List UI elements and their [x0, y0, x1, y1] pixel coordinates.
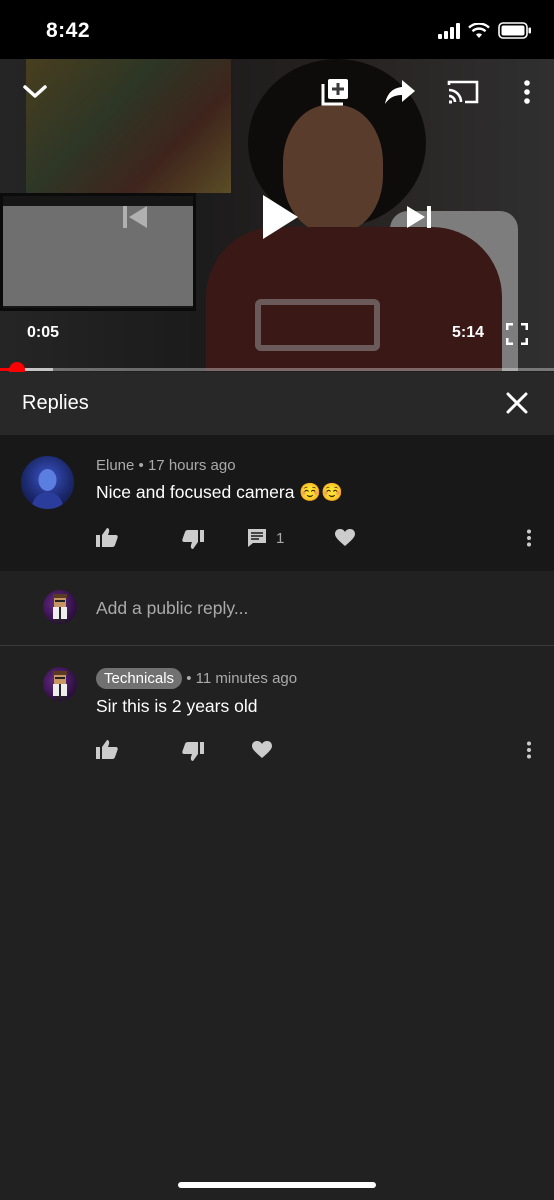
battery-icon: [498, 22, 531, 39]
heart-icon: [252, 741, 272, 758]
previous-button[interactable]: [114, 197, 156, 237]
meta-separator: •: [186, 670, 196, 687]
share-icon: [385, 80, 415, 104]
avatar-character-icon: [53, 671, 67, 700]
more-options-button[interactable]: [512, 73, 542, 111]
chevron-down-icon: [23, 85, 47, 98]
wifi-icon: [468, 22, 490, 38]
signal-icon: [438, 22, 460, 39]
add-to-playlist-icon: [321, 79, 348, 106]
thumbs-up-icon: [96, 740, 118, 759]
avatar-character-icon: [53, 594, 67, 623]
creator-author-badge[interactable]: Technicals: [96, 668, 183, 689]
next-button[interactable]: [398, 197, 440, 237]
dislike-button[interactable]: [180, 739, 206, 765]
progress-track[interactable]: [0, 368, 554, 371]
fullscreen-icon: [506, 323, 528, 345]
fullscreen-button[interactable]: [502, 319, 532, 349]
thumbs-down-icon: [182, 530, 204, 549]
comment-meta: Elune • 17 hours ago: [96, 457, 236, 474]
home-indicator[interactable]: [178, 1182, 376, 1188]
own-avatar: [43, 590, 77, 624]
close-replies-button[interactable]: [500, 386, 534, 420]
replies-header: Replies: [0, 372, 554, 435]
add-to-playlist-button[interactable]: [316, 73, 354, 111]
thumbs-down-icon: [182, 742, 204, 761]
more-vert-icon: [524, 80, 530, 104]
progress-bar-fill: [0, 368, 9, 371]
avatar[interactable]: [43, 667, 77, 701]
collapse-button[interactable]: [16, 73, 54, 111]
comment-more-button[interactable]: [518, 526, 540, 550]
previous-icon: [123, 206, 147, 228]
current-time: 0:05: [27, 324, 60, 341]
video-player[interactable]: 0:05 5:14: [0, 59, 554, 371]
like-button[interactable]: [94, 524, 120, 550]
more-vert-icon: [527, 529, 531, 547]
reply-count: 1: [276, 530, 285, 547]
reply-input-placeholder[interactable]: Add a public reply...: [96, 598, 248, 619]
comment-icon: [248, 529, 266, 547]
more-vert-icon: [527, 741, 531, 759]
play-icon: [263, 195, 298, 239]
parent-comment: Elune • 17 hours ago Nice and focused ca…: [0, 435, 554, 571]
play-button[interactable]: [254, 189, 306, 245]
close-icon: [506, 392, 528, 414]
status-icons: [438, 22, 532, 39]
meta-separator: •: [138, 457, 148, 474]
cast-button[interactable]: [444, 73, 482, 111]
comment-text: Nice and focused camera ☺️☺️: [96, 482, 343, 502]
share-button[interactable]: [380, 73, 420, 111]
avatar-person-icon: [31, 469, 64, 509]
avatar[interactable]: [21, 456, 74, 509]
reply-count-button[interactable]: [245, 526, 269, 550]
heart-icon: [335, 529, 355, 546]
cast-icon: [447, 80, 479, 104]
replies-title: Replies: [22, 392, 89, 414]
comment-author[interactable]: Elune: [96, 457, 134, 474]
status-bar: 8:42: [0, 0, 554, 59]
reply-text: Sir this is 2 years old: [96, 696, 258, 716]
dislike-button[interactable]: [180, 527, 206, 553]
creator-heart-button[interactable]: [249, 738, 275, 762]
reply-meta: Technicals • 11 minutes ago: [96, 668, 297, 689]
reply-input-row[interactable]: Add a public reply...: [0, 571, 554, 646]
comment-age: 17 hours ago: [147, 457, 236, 474]
creator-heart-button[interactable]: [332, 526, 358, 550]
reply-age: 11 minutes ago: [195, 670, 298, 687]
status-time: 8:42: [46, 19, 91, 42]
thumbs-up-icon: [96, 528, 118, 547]
next-icon: [407, 206, 431, 228]
reply-more-button[interactable]: [518, 738, 540, 762]
like-button[interactable]: [94, 736, 120, 762]
duration: 5:14: [452, 324, 485, 341]
